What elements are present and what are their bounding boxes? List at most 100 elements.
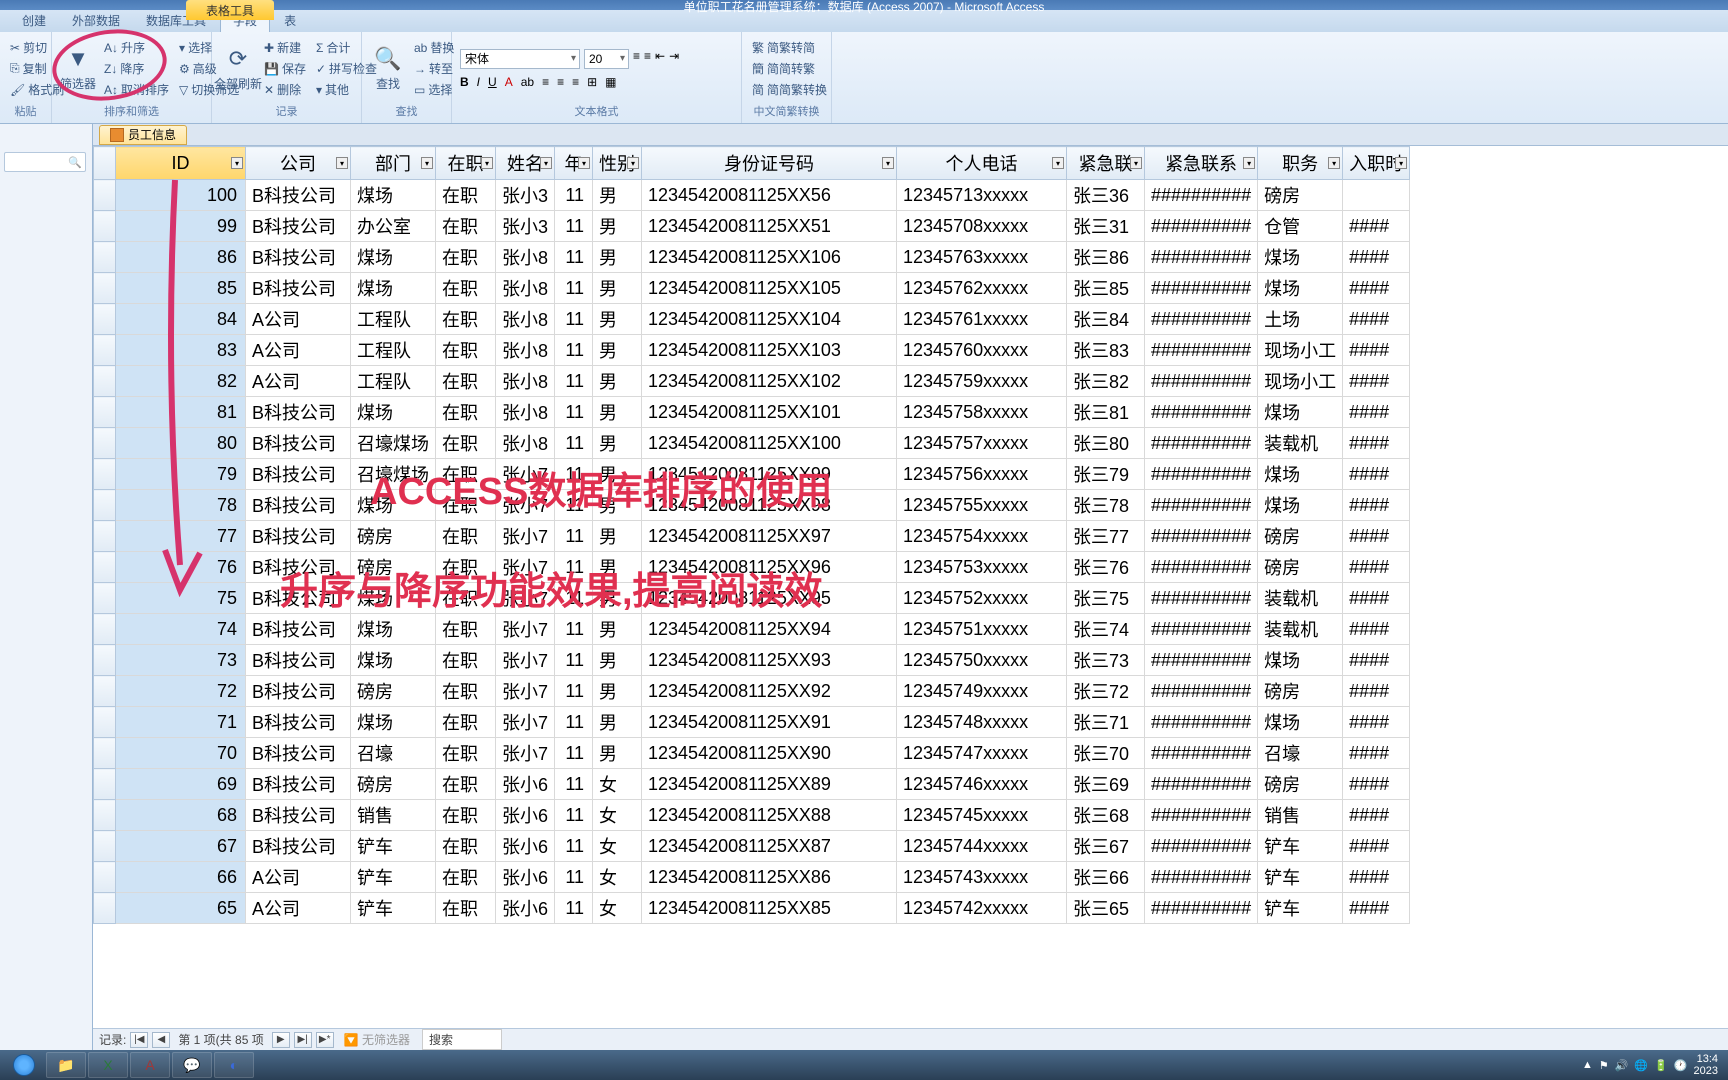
cell-hire[interactable]: ####	[1343, 490, 1410, 521]
col-phone[interactable]: 个人电话▾	[897, 147, 1067, 180]
nav-prev-button[interactable]: ◀	[152, 1032, 170, 1048]
cell-status[interactable]: 在职	[436, 769, 496, 800]
cell-company[interactable]: B科技公司	[246, 273, 351, 304]
refresh-all-button[interactable]: ⟳全部刷新	[220, 36, 256, 101]
cell-name[interactable]: 张小7	[496, 738, 555, 769]
cell-dept[interactable]: 工程队	[351, 304, 436, 335]
cell-name[interactable]: 张小7	[496, 614, 555, 645]
cell-id[interactable]: 68	[116, 800, 246, 831]
cell-company[interactable]: A公司	[246, 893, 351, 924]
cell-emerg2[interactable]: ##########	[1145, 211, 1258, 242]
font-family-combo[interactable]: 宋体	[460, 49, 580, 69]
cell-phone[interactable]: 12345758xxxxx	[897, 397, 1067, 428]
font-color-button[interactable]: A	[505, 75, 513, 89]
cell-hire[interactable]: ####	[1343, 583, 1410, 614]
start-button[interactable]	[4, 1051, 44, 1079]
cell-job[interactable]: 煤场	[1258, 707, 1343, 738]
table-row[interactable]: 71 B科技公司 煤场 在职 张小7 11 男 12345420081125XX…	[94, 707, 1410, 738]
cell-phone[interactable]: 12345708xxxxx	[897, 211, 1067, 242]
cell-age[interactable]: 11	[555, 521, 593, 552]
cell-job[interactable]: 煤场	[1258, 242, 1343, 273]
sort-asc-button[interactable]: A↓升序	[102, 38, 171, 57]
cell-gender[interactable]: 男	[593, 366, 642, 397]
table-row[interactable]: 79 B科技公司 召壕煤场 在职 张小7 11 男 12345420081125…	[94, 459, 1410, 490]
row-selector[interactable]	[94, 707, 116, 738]
row-selector[interactable]	[94, 800, 116, 831]
cell-idcard[interactable]: 12345420081125XX86	[642, 862, 897, 893]
cell-name[interactable]: 张小7	[496, 521, 555, 552]
cell-hire[interactable]: ####	[1343, 304, 1410, 335]
col-name[interactable]: 姓名▾	[496, 147, 555, 180]
row-selector[interactable]	[94, 738, 116, 769]
cell-company[interactable]: B科技公司	[246, 676, 351, 707]
cell-gender[interactable]: 男	[593, 180, 642, 211]
cell-company[interactable]: B科技公司	[246, 397, 351, 428]
cell-dept[interactable]: 煤场	[351, 242, 436, 273]
cell-emerg2[interactable]: ##########	[1145, 800, 1258, 831]
table-row[interactable]: 74 B科技公司 煤场 在职 张小7 11 男 12345420081125XX…	[94, 614, 1410, 645]
cell-name[interactable]: 张小6	[496, 831, 555, 862]
cell-status[interactable]: 在职	[436, 180, 496, 211]
cell-phone[interactable]: 12345743xxxxx	[897, 862, 1067, 893]
cell-age[interactable]: 11	[555, 800, 593, 831]
sort-clear-button[interactable]: A↕取消排序	[102, 80, 171, 99]
cell-emerg[interactable]: 张三74	[1067, 614, 1145, 645]
cell-job[interactable]: 铲车	[1258, 862, 1343, 893]
cell-emerg2[interactable]: ##########	[1145, 862, 1258, 893]
cell-hire[interactable]	[1343, 180, 1410, 211]
cell-name[interactable]: 张小7	[496, 490, 555, 521]
cell-phone[interactable]: 12345751xxxxx	[897, 614, 1067, 645]
cell-dept[interactable]: 煤场	[351, 180, 436, 211]
new-record-button[interactable]: ✚新建	[262, 38, 308, 57]
cell-name[interactable]: 张小8	[496, 273, 555, 304]
row-selector[interactable]	[94, 335, 116, 366]
taskbar-excel[interactable]: X	[88, 1052, 128, 1078]
table-row[interactable]: 77 B科技公司 磅房 在职 张小7 11 男 12345420081125XX…	[94, 521, 1410, 552]
chs-convert-button[interactable]: 简简简繁转换	[750, 80, 829, 99]
cell-dept[interactable]: 煤场	[351, 583, 436, 614]
cell-gender[interactable]: 男	[593, 273, 642, 304]
cell-age[interactable]: 11	[555, 583, 593, 614]
select-button[interactable]: ▭选择	[412, 80, 456, 99]
cell-emerg2[interactable]: ##########	[1145, 552, 1258, 583]
nav-last-button[interactable]: ▶|	[294, 1032, 312, 1048]
cell-id[interactable]: 77	[116, 521, 246, 552]
bold-button[interactable]: B	[460, 75, 469, 89]
cell-job[interactable]: 磅房	[1258, 769, 1343, 800]
nav-search-input[interactable]	[4, 152, 86, 172]
cell-emerg2[interactable]: ##########	[1145, 614, 1258, 645]
cell-id[interactable]: 74	[116, 614, 246, 645]
cell-gender[interactable]: 男	[593, 242, 642, 273]
indent-right-icon[interactable]: ⇥	[669, 49, 679, 69]
cell-age[interactable]: 11	[555, 366, 593, 397]
col-idcard[interactable]: 身份证号码▾	[642, 147, 897, 180]
cell-status[interactable]: 在职	[436, 831, 496, 862]
cell-company[interactable]: A公司	[246, 335, 351, 366]
cell-age[interactable]: 11	[555, 645, 593, 676]
cell-emerg2[interactable]: ##########	[1145, 366, 1258, 397]
cell-name[interactable]: 张小7	[496, 459, 555, 490]
col-company[interactable]: 公司▾	[246, 147, 351, 180]
cell-emerg2[interactable]: ##########	[1145, 521, 1258, 552]
select-all-cell[interactable]	[94, 147, 116, 180]
cell-emerg[interactable]: 张三81	[1067, 397, 1145, 428]
cell-idcard[interactable]: 12345420081125XX56	[642, 180, 897, 211]
table-row[interactable]: 67 B科技公司 铲车 在职 张小6 11 女 12345420081125XX…	[94, 831, 1410, 862]
cell-emerg[interactable]: 张三80	[1067, 428, 1145, 459]
table-row[interactable]: 70 B科技公司 召壕 在职 张小7 11 男 12345420081125XX…	[94, 738, 1410, 769]
cell-idcard[interactable]: 12345420081125XX89	[642, 769, 897, 800]
cell-job[interactable]: 磅房	[1258, 676, 1343, 707]
row-selector[interactable]	[94, 862, 116, 893]
cell-name[interactable]: 张小3	[496, 180, 555, 211]
cell-dept[interactable]: 磅房	[351, 552, 436, 583]
cell-name[interactable]: 张小6	[496, 800, 555, 831]
cell-hire[interactable]: ####	[1343, 459, 1410, 490]
row-selector[interactable]	[94, 459, 116, 490]
cell-job[interactable]: 仓管	[1258, 211, 1343, 242]
sort-desc-button[interactable]: Z↓降序	[102, 59, 171, 78]
cell-id[interactable]: 85	[116, 273, 246, 304]
cell-status[interactable]: 在职	[436, 366, 496, 397]
cell-name[interactable]: 张小3	[496, 211, 555, 242]
row-selector[interactable]	[94, 614, 116, 645]
cell-hire[interactable]: ####	[1343, 707, 1410, 738]
